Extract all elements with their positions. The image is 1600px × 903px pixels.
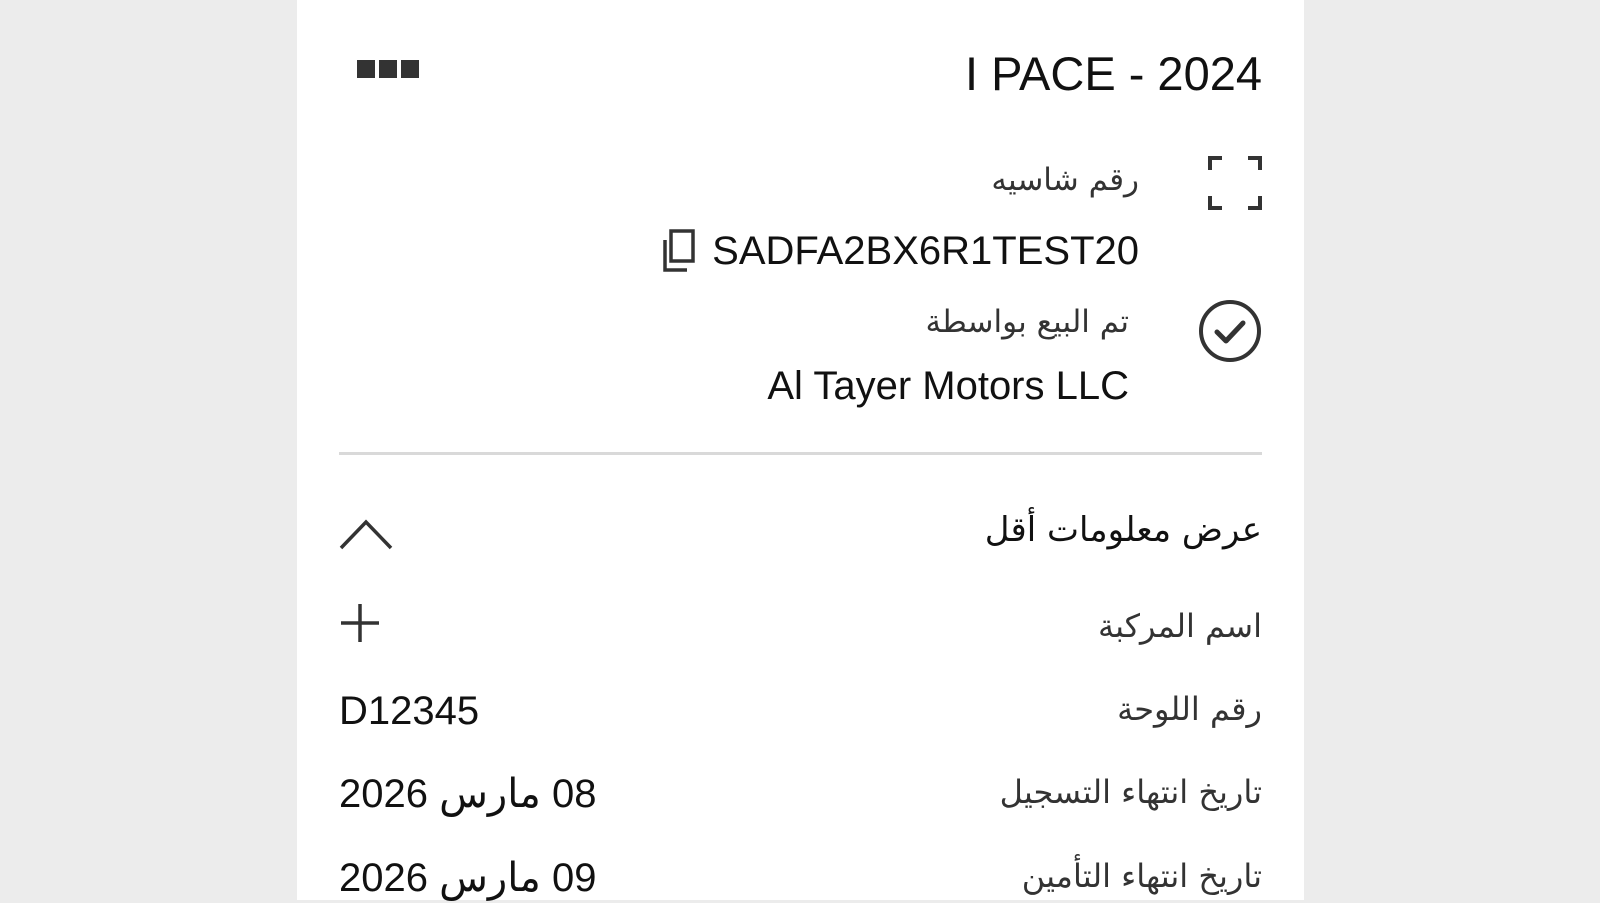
sold-by-label: تم البيع بواسطة	[925, 304, 1129, 340]
section-divider	[339, 452, 1262, 455]
registration-expiry-label: تاريخ انتهاء التسجيل	[999, 773, 1262, 811]
plate-number-label: رقم اللوحة	[1117, 690, 1262, 728]
more-dot	[379, 60, 397, 78]
registration-expiry-value: 08 مارس 2026	[339, 772, 597, 816]
vin-label: رقم شاسيه	[991, 162, 1139, 198]
chevron-up-icon	[339, 519, 393, 550]
more-dot	[357, 60, 375, 78]
sold-by-value: Al Tayer Motors LLC	[767, 364, 1129, 408]
scan-frame-icon	[1208, 156, 1262, 210]
show-less-label: عرض معلومات أقل	[984, 510, 1262, 550]
check-circle-icon	[1199, 300, 1261, 362]
more-options-icon[interactable]	[357, 60, 421, 84]
show-less-toggle[interactable]: عرض معلومات أقل	[339, 500, 1262, 564]
vehicle-details-panel: I PACE - 2024 رقم شاسيه SADFA2BX6R1TEST2…	[297, 0, 1304, 900]
insurance-expiry-label: تاريخ انتهاء التأمين	[1021, 857, 1262, 895]
vehicle-title: I PACE - 2024	[965, 47, 1262, 100]
vin-value: SADFA2BX6R1TEST20	[712, 229, 1139, 273]
more-dot	[401, 60, 419, 78]
plate-number-value: D12345	[339, 689, 480, 733]
plus-icon[interactable]	[339, 602, 381, 644]
copy-icon[interactable]	[657, 228, 697, 276]
vehicle-name-label: اسم المركبة	[1097, 607, 1262, 645]
insurance-expiry-value: 09 مارس 2026	[339, 856, 597, 900]
